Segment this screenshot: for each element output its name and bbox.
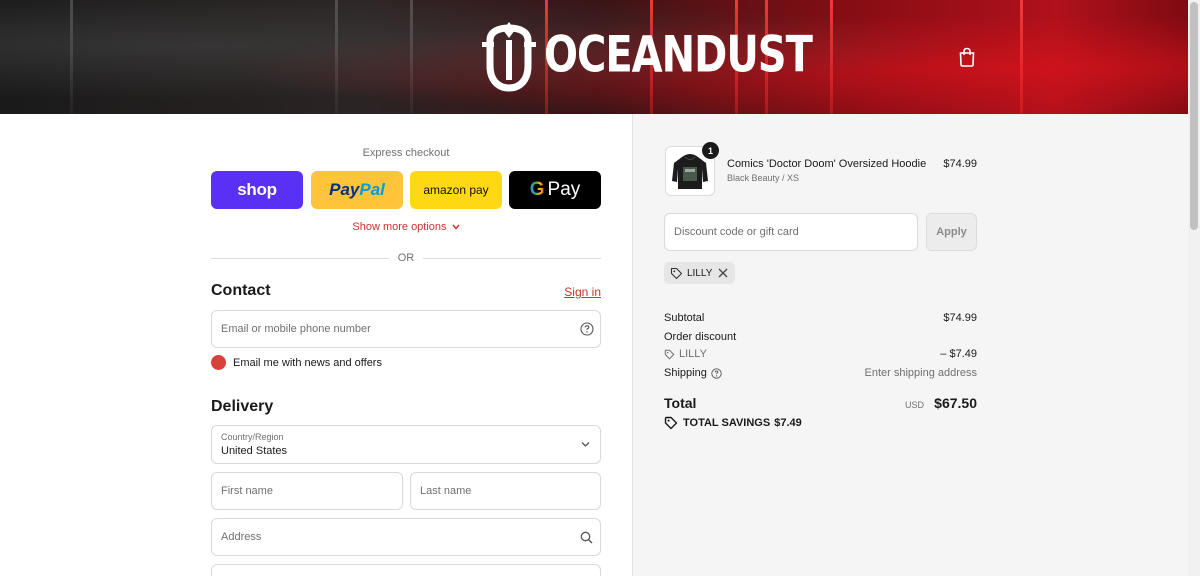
order-summary-panel bbox=[632, 114, 1188, 576]
savings-label: TOTAL SAVINGS bbox=[683, 417, 771, 429]
google-pay-label: Pay bbox=[547, 179, 581, 200]
last-name-placeholder: Last name bbox=[420, 485, 472, 497]
scrollbar-thumb[interactable] bbox=[1190, 2, 1198, 230]
tag-icon bbox=[664, 349, 675, 359]
paypal-logo-part: Pal bbox=[359, 180, 385, 199]
show-more-label: Show more options bbox=[352, 221, 447, 233]
paypal-button[interactable]: Pay Pal bbox=[311, 171, 403, 209]
apply-discount-button[interactable]: Apply bbox=[926, 213, 977, 251]
chevron-down-icon bbox=[581, 442, 590, 447]
contact-heading: Contact bbox=[211, 282, 271, 299]
email-placeholder: Email or mobile phone number bbox=[221, 323, 371, 335]
product-name: Comics 'Doctor Doom' Oversized Hoodie bbox=[727, 158, 927, 170]
shop-pay-logo: shop bbox=[237, 180, 277, 199]
chevron-down-icon bbox=[452, 224, 460, 230]
newsletter-checkbox[interactable]: Email me with news and offers bbox=[211, 355, 382, 370]
or-divider-label: OR bbox=[397, 252, 415, 264]
delivery-heading: Delivery bbox=[211, 398, 274, 415]
decor-streak bbox=[335, 0, 338, 114]
search-icon bbox=[580, 531, 593, 544]
store-logo[interactable]: OCEANDUST bbox=[478, 18, 813, 92]
checkbox-indicator[interactable] bbox=[211, 355, 226, 370]
google-g-icon: G bbox=[529, 179, 545, 200]
help-circle-icon[interactable] bbox=[580, 322, 594, 336]
help-circle-icon[interactable] bbox=[711, 367, 722, 379]
product-price: $74.99 bbox=[943, 158, 977, 170]
quantity-badge: 1 bbox=[702, 142, 719, 159]
total-savings: TOTAL SAVINGS $7.49 bbox=[664, 416, 802, 430]
paypal-logo-part: Pay bbox=[329, 180, 360, 199]
express-checkout-label: Express checkout bbox=[362, 147, 450, 159]
address-placeholder: Address bbox=[221, 531, 262, 543]
apartment-field[interactable] bbox=[211, 564, 601, 576]
first-name-placeholder: First name bbox=[221, 485, 273, 497]
site-header: OCEANDUST bbox=[0, 0, 1200, 114]
savings-tag-icon bbox=[664, 416, 678, 430]
discount-code-input[interactable]: Discount code or gift card bbox=[664, 213, 918, 251]
first-name-field[interactable]: First name bbox=[211, 472, 403, 510]
amazon-pay-logo: amazon pay bbox=[423, 183, 489, 197]
shop-pay-button[interactable]: shop bbox=[211, 171, 303, 209]
amazon-pay-button[interactable]: amazon pay bbox=[410, 171, 502, 209]
discount-code-row: LILLY bbox=[664, 348, 707, 360]
subtotal-value: $74.99 bbox=[943, 312, 977, 324]
discount-code-label: LILLY bbox=[679, 348, 707, 360]
address-field[interactable]: Address bbox=[211, 518, 601, 556]
country-label: Country/Region bbox=[221, 432, 284, 442]
applied-discount-chip: LILLY bbox=[664, 262, 735, 284]
shipping-value: Enter shipping address bbox=[864, 367, 977, 379]
decor-streak bbox=[70, 0, 73, 114]
sign-in-link[interactable]: Sign in bbox=[560, 285, 601, 299]
shipping-label: Shipping bbox=[664, 367, 707, 379]
discount-placeholder: Discount code or gift card bbox=[674, 226, 799, 238]
country-value: United States bbox=[221, 445, 288, 457]
divider bbox=[423, 258, 601, 259]
page-scrollbar[interactable] bbox=[1188, 0, 1200, 576]
total-label: Total bbox=[664, 395, 697, 411]
decor-streak bbox=[410, 0, 413, 114]
total-amount: $67.50 bbox=[934, 395, 977, 411]
last-name-field[interactable]: Last name bbox=[410, 472, 601, 510]
remove-discount-icon[interactable] bbox=[717, 267, 729, 279]
decor-streak bbox=[830, 0, 833, 114]
newsletter-label: Email me with news and offers bbox=[233, 356, 382, 369]
discount-value: – $7.49 bbox=[940, 348, 977, 360]
savings-value: $7.49 bbox=[774, 417, 802, 429]
order-discount-label: Order discount bbox=[664, 331, 737, 343]
product-variant: Black Beauty / XS bbox=[727, 173, 800, 183]
shipping-row: Shipping bbox=[664, 367, 722, 379]
tag-icon bbox=[670, 267, 683, 279]
divider bbox=[211, 258, 389, 259]
logo-wordmark: OCEANDUST bbox=[544, 26, 813, 84]
show-more-options-link[interactable]: Show more options bbox=[211, 221, 601, 233]
country-select[interactable]: Country/Region United States bbox=[211, 425, 601, 464]
email-field[interactable]: Email or mobile phone number bbox=[211, 310, 601, 348]
logo-emblem-icon bbox=[482, 22, 536, 92]
decor-streak bbox=[1020, 0, 1023, 114]
google-pay-button[interactable]: G Pay bbox=[509, 171, 601, 209]
applied-code-label: LILLY bbox=[687, 267, 713, 279]
subtotal-label: Subtotal bbox=[664, 312, 705, 324]
shopping-bag-icon[interactable] bbox=[958, 47, 976, 67]
